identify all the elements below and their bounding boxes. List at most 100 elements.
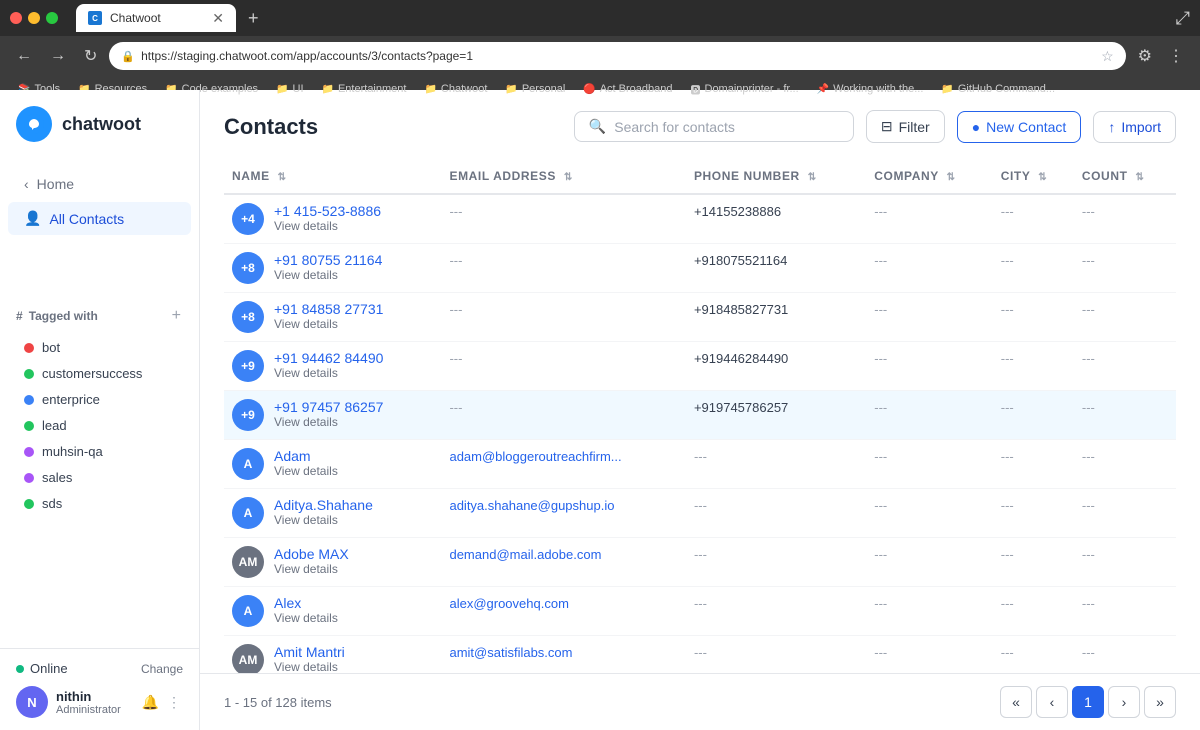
sidebar-footer: Online Change N nithin Administrator 🔔 ⋮ <box>0 648 199 730</box>
tag-item-muhsin-qa[interactable]: muhsin-qa <box>16 439 183 464</box>
address-bar[interactable]: 🔒 https://staging.chatwoot.com/app/accou… <box>109 42 1125 70</box>
status-label: Online <box>30 661 68 676</box>
last-page-button[interactable]: » <box>1144 686 1176 718</box>
header-actions: 🔍 ⊟ Filter ● New Contact ↑ Import <box>574 110 1176 143</box>
country-dash: --- <box>1082 449 1095 464</box>
email-link[interactable]: amit@satisfilabs.com <box>449 645 572 660</box>
more-options-button[interactable]: ⋮ <box>165 692 183 713</box>
next-icon: › <box>1122 694 1127 710</box>
contact-cell: +9 +91 94462 84490 View details <box>232 350 433 382</box>
tag-item-sales[interactable]: sales <box>16 465 183 490</box>
tab-close-icon[interactable]: ✕ <box>212 10 224 27</box>
view-details-link[interactable]: View details <box>274 219 381 233</box>
col-name[interactable]: NAME ⇅ <box>224 159 441 194</box>
email-cell: --- <box>441 342 685 391</box>
close-dot[interactable] <box>10 12 22 24</box>
col-city-label: CITY <box>1001 169 1031 183</box>
city-dash: --- <box>1001 645 1014 660</box>
new-tab-button[interactable]: + <box>248 8 259 29</box>
back-button[interactable]: ← <box>10 43 38 69</box>
view-details-link[interactable]: View details <box>274 611 338 625</box>
company-cell: --- <box>866 587 992 636</box>
contact-name[interactable]: +91 94462 84490 <box>274 350 383 366</box>
view-details-link[interactable]: View details <box>274 660 345 673</box>
import-button[interactable]: ↑ Import <box>1093 111 1176 143</box>
view-details-link[interactable]: View details <box>274 268 382 282</box>
email-link[interactable]: alex@groovehq.com <box>449 596 568 611</box>
tab-favicon: C <box>88 11 102 25</box>
tag-item-bot[interactable]: bot <box>16 335 183 360</box>
change-status-button[interactable]: Change <box>141 662 183 676</box>
add-tag-button[interactable]: + <box>170 305 183 327</box>
section-title: # Tagged with <box>16 309 98 323</box>
tag-item-customersuccess[interactable]: customersuccess <box>16 361 183 386</box>
browser-dots <box>10 12 58 24</box>
forward-button[interactable]: → <box>44 43 72 69</box>
country-dash: --- <box>1082 498 1095 513</box>
filter-button[interactable]: ⊟ Filter <box>866 110 945 143</box>
city-cell: --- <box>993 636 1074 674</box>
next-page-button[interactable]: › <box>1108 686 1140 718</box>
contact-name[interactable]: +91 97457 86257 <box>274 399 383 415</box>
contact-name[interactable]: Amit Mantri <box>274 644 345 660</box>
view-details-link[interactable]: View details <box>274 366 383 380</box>
pagination-controls: « ‹ 1 › » <box>1000 686 1176 718</box>
contact-avatar: +9 <box>232 399 264 431</box>
contacts-table: NAME ⇅ EMAIL ADDRESS ⇅ PHONE NUMBER ⇅ <box>224 159 1176 673</box>
search-bar[interactable]: 🔍 <box>574 111 854 142</box>
phone-text: +14155238886 <box>694 204 781 219</box>
col-company[interactable]: COMPANY ⇅ <box>866 159 992 194</box>
contact-name[interactable]: +91 84858 27731 <box>274 301 383 317</box>
contact-name[interactable]: Adobe MAX <box>274 546 349 562</box>
city-dash: --- <box>1001 596 1014 611</box>
phone-cell: --- <box>686 587 866 636</box>
view-details-link[interactable]: View details <box>274 562 349 576</box>
maximize-dot[interactable] <box>46 12 58 24</box>
prev-page-button[interactable]: ‹ <box>1036 686 1068 718</box>
contacts-header: Contacts 🔍 ⊟ Filter ● New Contact ↑ Impo… <box>200 90 1200 143</box>
new-contact-button[interactable]: ● New Contact <box>957 111 1082 143</box>
search-input[interactable] <box>614 119 839 135</box>
contact-name-cell: +8 +91 84858 27731 View details <box>224 293 441 342</box>
email-link[interactable]: aditya.shahane@gupshup.io <box>449 498 614 513</box>
bookmark-star-icon[interactable]: ☆ <box>1101 48 1114 65</box>
email-dash: --- <box>449 302 462 317</box>
col-country[interactable]: COUNT ⇅ <box>1074 159 1176 194</box>
menu-button[interactable]: ⋮ <box>1162 42 1190 70</box>
table-header: NAME ⇅ EMAIL ADDRESS ⇅ PHONE NUMBER ⇅ <box>224 159 1176 194</box>
tag-item-enterprice[interactable]: enterprice <box>16 387 183 412</box>
view-details-link[interactable]: View details <box>274 317 383 331</box>
prev-icon: ‹ <box>1050 694 1055 710</box>
first-page-button[interactable]: « <box>1000 686 1032 718</box>
view-details-link[interactable]: View details <box>274 513 373 527</box>
contact-name[interactable]: Aditya.Shahane <box>274 497 373 513</box>
contact-name[interactable]: +91 80755 21164 <box>274 252 382 268</box>
restore-icon[interactable]: ⤢ <box>1176 8 1190 29</box>
browser-tab[interactable]: C Chatwoot ✕ <box>76 4 236 32</box>
status-dot <box>16 665 24 673</box>
col-email[interactable]: EMAIL ADDRESS ⇅ <box>441 159 685 194</box>
email-link[interactable]: adam@bloggeroutreachfirm... <box>449 449 621 464</box>
col-phone[interactable]: PHONE NUMBER ⇅ <box>686 159 866 194</box>
view-details-link[interactable]: View details <box>274 464 338 478</box>
view-details-link[interactable]: View details <box>274 415 383 429</box>
tag-item-lead[interactable]: lead <box>16 413 183 438</box>
col-city[interactable]: CITY ⇅ <box>993 159 1074 194</box>
notifications-button[interactable]: 🔔 <box>140 692 161 713</box>
page-1-button[interactable]: 1 <box>1072 686 1104 718</box>
contact-avatar: A <box>232 595 264 627</box>
contact-name[interactable]: Alex <box>274 595 338 611</box>
page-1-label: 1 <box>1084 694 1092 710</box>
reload-button[interactable]: ↻ <box>78 42 103 70</box>
sidebar-item-contacts[interactable]: 👤 All Contacts <box>8 202 191 235</box>
contact-name[interactable]: Adam <box>274 448 338 464</box>
email-link[interactable]: demand@mail.adobe.com <box>449 547 601 562</box>
col-phone-label: PHONE NUMBER <box>694 169 800 183</box>
extensions-button[interactable]: ⚙ <box>1132 42 1158 70</box>
city-dash: --- <box>1001 253 1014 268</box>
tag-item-sds[interactable]: sds <box>16 491 183 516</box>
contact-name[interactable]: +1 415-523-8886 <box>274 203 381 219</box>
sidebar-item-home[interactable]: ‹ Home <box>8 168 191 200</box>
sidebar: chatwoot ‹ Home 👤 All Contacts # Tagged … <box>0 90 200 730</box>
minimize-dot[interactable] <box>28 12 40 24</box>
